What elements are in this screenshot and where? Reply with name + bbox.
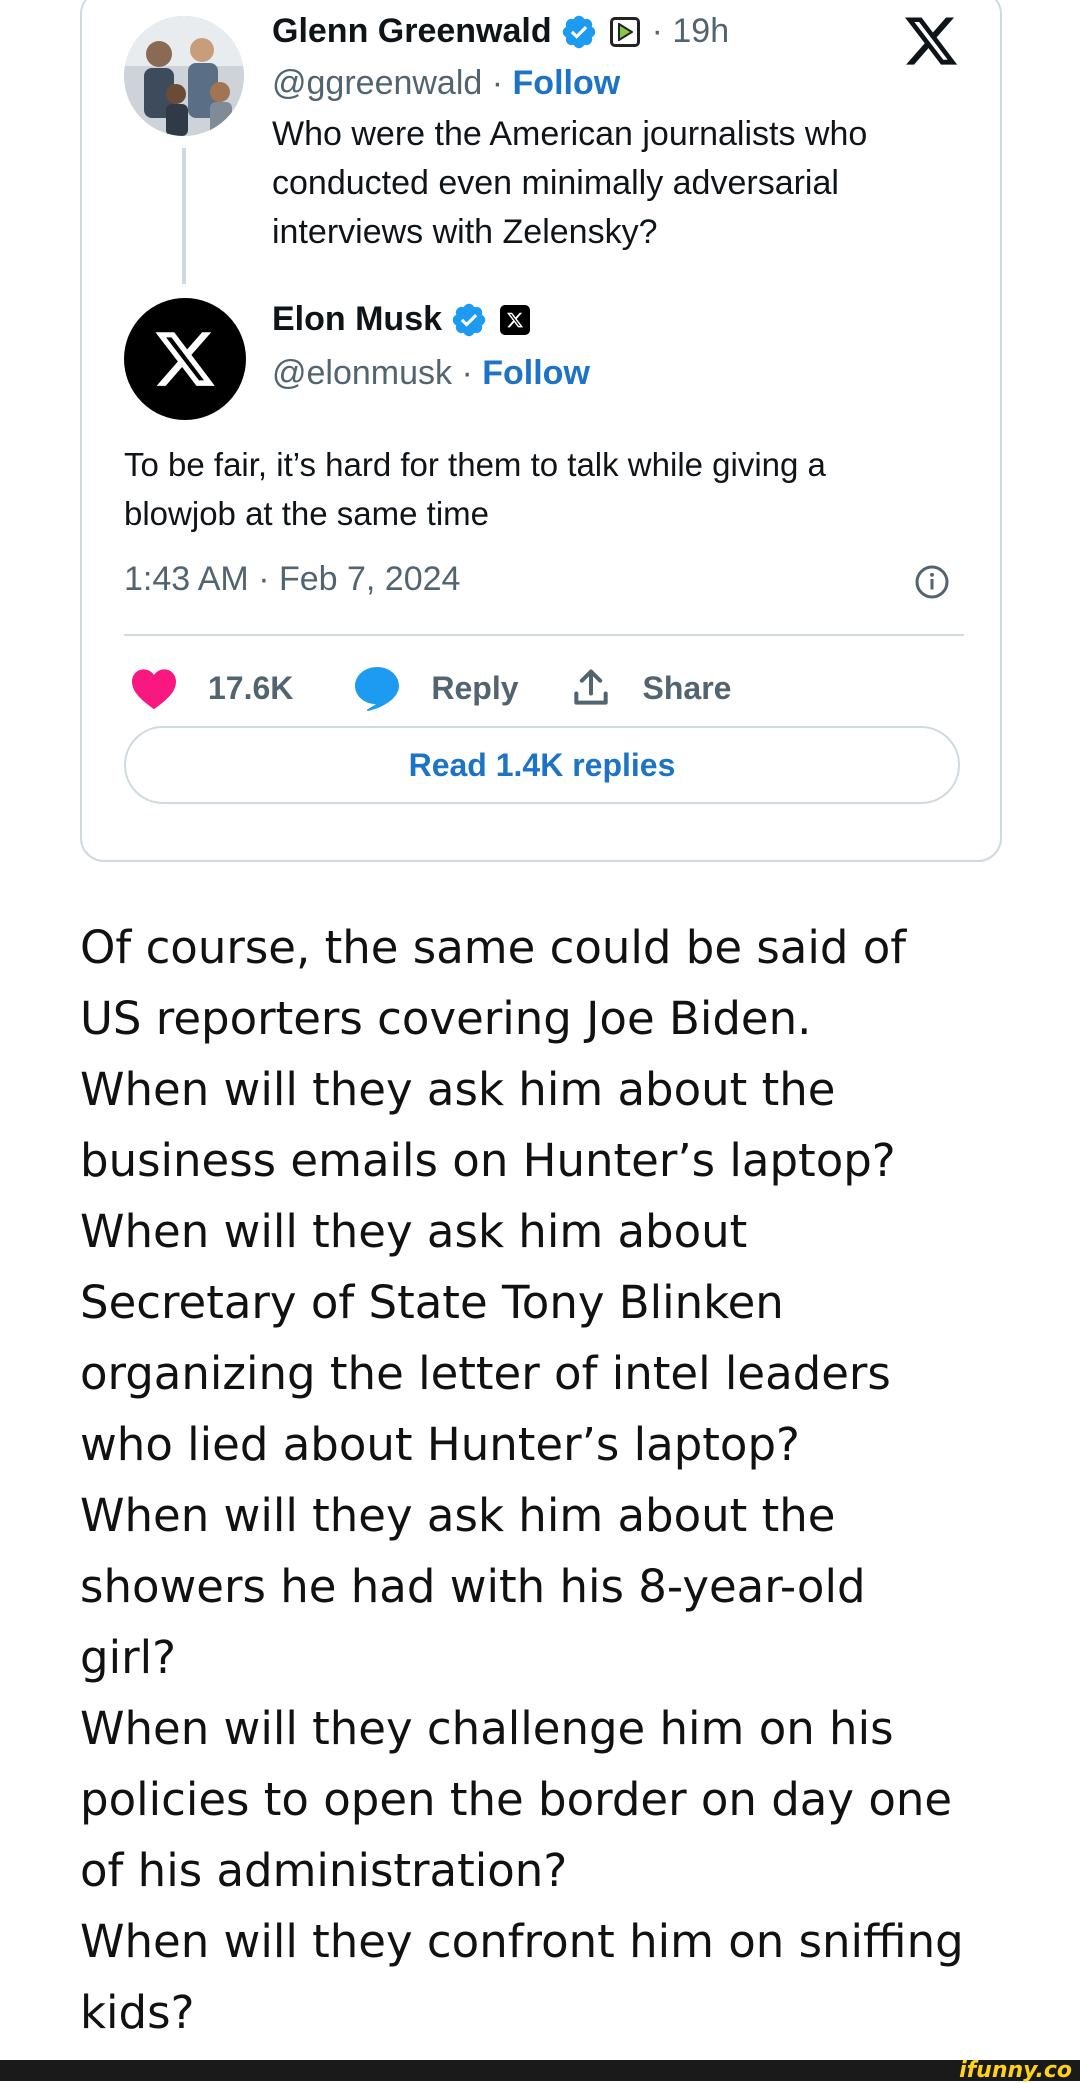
author-handle[interactable]: @ggreenwald · [272, 64, 503, 102]
tweet-actions: 17.6K Reply Share [130, 660, 731, 716]
glenn-greenwald-avatar[interactable] [124, 16, 244, 136]
caption-line: policies to open the border on day one [80, 1773, 953, 1826]
ifunny-watermark: ifunny.co [959, 2058, 1072, 2083]
like-button[interactable]: 17.6K [130, 666, 293, 710]
parent-tweet-text: Who were the American journalists who co… [272, 110, 867, 257]
share-button[interactable]: Share [569, 666, 732, 710]
parent-tweet-header: Glenn Greenwald · 19h [272, 12, 729, 51]
tweet-timestamp[interactable]: 1:43 AM · Feb 7, 2024 [124, 560, 460, 599]
author-handle[interactable]: @elonmusk · [272, 354, 473, 392]
caption-line: business emails on Hunter’s laptop? [80, 1134, 896, 1187]
text-line: To be fair, it’s hard for them to talk w… [124, 446, 826, 483]
reply-label: Reply [431, 669, 519, 706]
read-replies-button[interactable]: Read 1.4K replies [124, 726, 960, 804]
tweet-time[interactable]: · 19h [652, 12, 730, 51]
caption-line: US reporters covering Joe Biden. [80, 992, 812, 1045]
heart-icon [132, 669, 176, 710]
follow-link[interactable]: Follow [482, 354, 590, 392]
text-line: Who were the American journalists who [272, 115, 868, 153]
author-name[interactable]: Elon Musk [272, 300, 442, 339]
post-caption: Of course, the same could be said of US … [80, 912, 1020, 2048]
watermark-bar [0, 2060, 1080, 2081]
thread-connector-line [182, 148, 186, 284]
text-line: interviews with Zelensky? [272, 213, 658, 251]
share-icon [573, 669, 608, 705]
speech-bubble-icon [355, 667, 400, 711]
x-logo-icon [155, 332, 215, 386]
reply-tweet-text: To be fair, it’s hard for them to talk w… [124, 440, 826, 538]
caption-line: girl? [80, 1631, 176, 1684]
reply-tweet-header: Elon Musk [272, 300, 531, 339]
caption-line: showers he had with his 8-year-old [80, 1560, 866, 1613]
caption-line: When will they ask him about the [80, 1063, 836, 1116]
text-line: blowjob at the same time [124, 495, 490, 532]
caption-line: kids? [80, 1986, 195, 2039]
reply-button[interactable]: Reply [353, 665, 519, 711]
caption-line: When will they challenge him on his [80, 1702, 894, 1755]
x-logo-icon[interactable] [902, 12, 960, 70]
reply-handle-row: @elonmusk · Follow [272, 354, 590, 393]
caption-line: Of course, the same could be said of [80, 921, 907, 974]
verified-badge-icon [562, 15, 595, 48]
x-affiliate-badge-icon [500, 304, 531, 335]
author-name[interactable]: Glenn Greenwald [272, 12, 552, 51]
embedded-tweet-card[interactable]: Glenn Greenwald · 19h @ggreenwald · Foll… [80, 0, 1002, 862]
caption-line: When will they confront him on sniffing [80, 1915, 964, 1968]
rumble-icon [609, 16, 640, 47]
info-icon[interactable] [914, 564, 950, 600]
follow-link[interactable]: Follow [513, 64, 621, 102]
caption-line: When will they ask him about the [80, 1489, 836, 1542]
text-line: conducted even minimally adversarial [272, 164, 839, 202]
elon-musk-avatar[interactable] [124, 298, 246, 420]
verified-badge-icon [452, 303, 486, 336]
caption-line: organizing the letter of intel leaders [80, 1347, 891, 1400]
caption-line: who lied about Hunter’s laptop? [80, 1418, 800, 1471]
caption-line: When will they ask him about [80, 1205, 748, 1258]
divider [124, 634, 964, 636]
like-count: 17.6K [208, 669, 294, 706]
caption-line: of his administration? [80, 1844, 568, 1897]
caption-line: Secretary of State Tony Blinken [80, 1276, 784, 1329]
share-label: Share [642, 669, 732, 706]
parent-handle-row: @ggreenwald · Follow [272, 64, 620, 103]
